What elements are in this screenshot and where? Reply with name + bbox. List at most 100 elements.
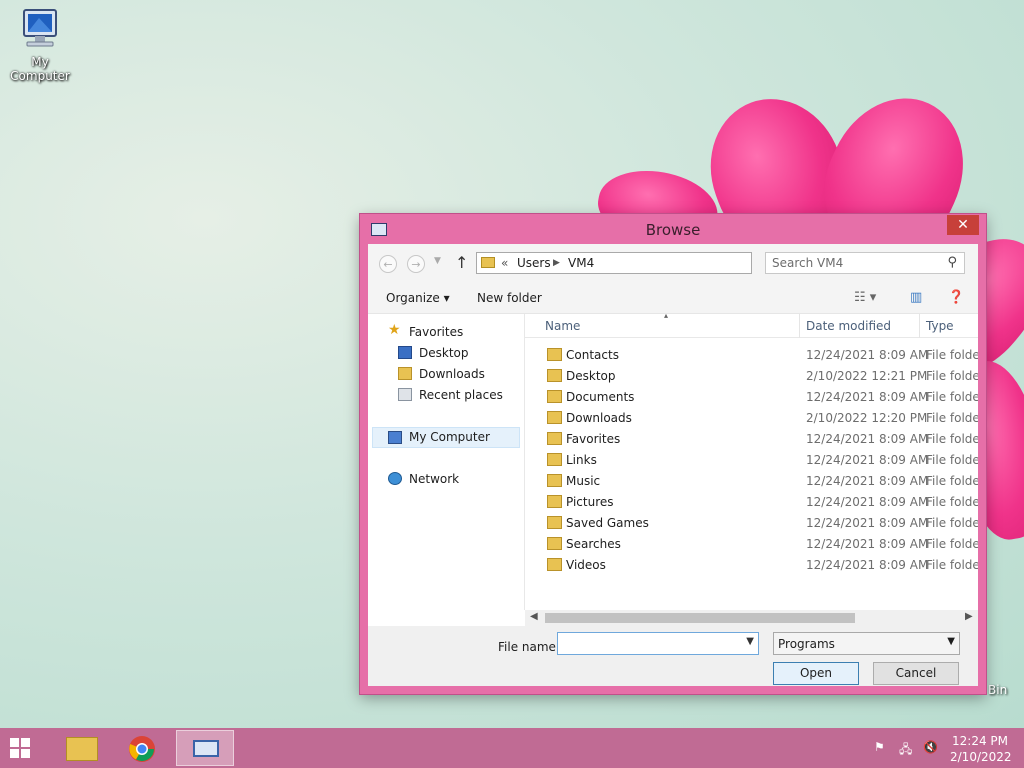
folder-icon bbox=[547, 474, 562, 487]
windows-start-icon[interactable] bbox=[10, 738, 30, 758]
nav-desktop[interactable]: Desktop bbox=[368, 343, 525, 364]
file-explorer-taskbar-button[interactable] bbox=[52, 730, 110, 766]
file-type-value: Programs bbox=[778, 637, 835, 651]
folder-icon bbox=[547, 411, 562, 424]
file-row[interactable]: Saved Games 12/24/2021 8:09 AMFile folder bbox=[525, 513, 978, 534]
nav-downloads[interactable]: Downloads bbox=[368, 364, 525, 385]
file-row[interactable]: Music 12/24/2021 8:09 AMFile folder bbox=[525, 471, 978, 492]
view-options-icon[interactable]: ☷ ▾ bbox=[854, 290, 876, 305]
file-row[interactable]: Links 12/24/2021 8:09 AMFile folder bbox=[525, 450, 978, 471]
star-icon: ★ bbox=[388, 322, 401, 338]
column-name[interactable]: Name bbox=[545, 319, 580, 333]
window-icon bbox=[193, 740, 219, 757]
nav-my-computer[interactable]: My Computer bbox=[372, 427, 520, 448]
file-type: File folder bbox=[926, 432, 978, 446]
chevron-down-icon: ▼ bbox=[947, 636, 955, 647]
file-name: Downloads bbox=[566, 411, 632, 425]
file-date-modified: 12/24/2021 8:09 AM bbox=[806, 537, 929, 551]
file-row[interactable]: Favorites 12/24/2021 8:09 AMFile folder bbox=[525, 429, 978, 450]
file-type: File folder bbox=[926, 495, 978, 509]
file-row[interactable]: Videos 12/24/2021 8:09 AMFile folder bbox=[525, 555, 978, 576]
file-type-select[interactable]: Programs ▼ bbox=[773, 632, 960, 655]
address-bar[interactable]: « Users ▶ VM4 ▼ ↻ bbox=[476, 252, 851, 274]
folder-icon bbox=[547, 453, 562, 466]
command-toolbar: Organize ▾ New folder ☷ ▾ ▥ ❓ bbox=[368, 282, 978, 314]
history-dropdown-icon[interactable]: ▼ bbox=[434, 256, 441, 266]
browse-dialog: Browse ✕ ← → ▼ ↑ « Users ▶ VM4 ▼ ↻ Searc… bbox=[360, 214, 986, 694]
volume-muted-icon[interactable]: 🔇 bbox=[923, 740, 938, 754]
file-name-input[interactable]: ▼ bbox=[557, 632, 759, 655]
file-type: File folder bbox=[926, 537, 978, 551]
column-type[interactable]: Type bbox=[926, 319, 954, 333]
column-divider[interactable] bbox=[919, 314, 920, 338]
folder-icon bbox=[481, 257, 495, 268]
nav-recent-places[interactable]: Recent places bbox=[368, 385, 525, 406]
network-tray-icon[interactable]: 🖧 bbox=[899, 740, 912, 761]
folder-icon bbox=[547, 558, 562, 571]
nav-network[interactable]: Network bbox=[368, 469, 525, 490]
up-arrow-icon[interactable]: ↑ bbox=[455, 253, 468, 272]
breadcrumb-separator-icon[interactable]: ▶ bbox=[553, 258, 560, 268]
file-date-modified: 12/24/2021 8:09 AM bbox=[806, 453, 929, 467]
recent-places-icon bbox=[398, 388, 412, 401]
folder-icon bbox=[547, 369, 562, 382]
file-row[interactable]: Documents 12/24/2021 8:09 AMFile folder bbox=[525, 387, 978, 408]
search-placeholder: Search VM4 bbox=[772, 256, 844, 270]
file-name: Contacts bbox=[566, 348, 619, 362]
navigation-pane: ★ Favorites Desktop Downloads Recent pla… bbox=[368, 314, 525, 610]
file-name: Desktop bbox=[566, 369, 616, 383]
address-overflow-chevron[interactable]: « bbox=[501, 256, 508, 270]
computer-icon bbox=[23, 9, 57, 47]
search-icon[interactable]: ⚲ bbox=[947, 255, 957, 270]
organize-button[interactable]: Organize ▾ bbox=[386, 291, 450, 305]
file-type: File folder bbox=[926, 558, 978, 572]
cancel-button[interactable]: Cancel bbox=[873, 662, 959, 685]
scrollbar-thumb[interactable] bbox=[545, 613, 855, 623]
nav-desktop-label: Desktop bbox=[419, 346, 469, 360]
file-date-modified: 12/24/2021 8:09 AM bbox=[806, 390, 929, 404]
clock-time: 12:24 PM bbox=[952, 734, 1008, 748]
forward-icon[interactable]: → bbox=[407, 255, 425, 273]
scroll-right-icon[interactable]: ▶ bbox=[965, 611, 973, 622]
file-date-modified: 2/10/2022 12:21 PM bbox=[806, 369, 928, 383]
help-icon[interactable]: ❓ bbox=[948, 290, 964, 305]
scroll-left-icon[interactable]: ◀ bbox=[530, 611, 538, 622]
dialog-titlebar[interactable]: Browse ✕ bbox=[360, 214, 986, 244]
preview-pane-icon[interactable]: ▥ bbox=[910, 290, 922, 305]
file-name: Searches bbox=[566, 537, 621, 551]
search-box[interactable]: Search VM4 ⚲ bbox=[765, 252, 965, 274]
file-row[interactable]: Contacts 12/24/2021 8:09 AMFile folder bbox=[525, 345, 978, 366]
file-date-modified: 12/24/2021 8:09 AM bbox=[806, 516, 929, 530]
nav-recent-places-label: Recent places bbox=[419, 388, 503, 402]
nav-downloads-label: Downloads bbox=[419, 367, 485, 381]
new-folder-button[interactable]: New folder bbox=[477, 291, 542, 305]
my-computer-desktop-icon[interactable]: My Computer bbox=[2, 8, 78, 83]
nav-favorites[interactable]: ★ Favorites bbox=[368, 322, 525, 343]
recycle-bin-label[interactable]: Bin bbox=[988, 683, 1007, 697]
file-type: File folder bbox=[926, 348, 978, 362]
file-row[interactable]: Downloads 2/10/2022 12:20 PMFile folder bbox=[525, 408, 978, 429]
chrome-taskbar-button[interactable] bbox=[114, 730, 172, 766]
browse-dialog-taskbar-button[interactable] bbox=[176, 730, 234, 766]
back-icon[interactable]: ← bbox=[379, 255, 397, 273]
file-date-modified: 12/24/2021 8:09 AM bbox=[806, 495, 929, 509]
column-date-modified[interactable]: Date modified bbox=[806, 319, 891, 333]
file-row[interactable]: Pictures 12/24/2021 8:09 AMFile folder bbox=[525, 492, 978, 513]
file-date-modified: 12/24/2021 8:09 AM bbox=[806, 558, 929, 572]
breadcrumb-users[interactable]: Users bbox=[517, 256, 551, 270]
sort-ascending-icon: ▴ bbox=[664, 314, 669, 320]
file-row[interactable]: Searches 12/24/2021 8:09 AMFile folder bbox=[525, 534, 978, 555]
chevron-down-icon[interactable]: ▼ bbox=[746, 636, 754, 647]
system-clock[interactable]: 12:24 PM 2/10/2022 bbox=[950, 733, 1012, 765]
file-type: File folder bbox=[926, 474, 978, 488]
horizontal-scrollbar[interactable]: ◀ ▶ bbox=[525, 610, 978, 626]
file-name: Videos bbox=[566, 558, 606, 572]
chrome-icon bbox=[129, 736, 155, 762]
column-divider[interactable] bbox=[799, 314, 800, 338]
computer-icon bbox=[388, 431, 402, 444]
breadcrumb-vm4[interactable]: VM4 bbox=[568, 256, 594, 270]
close-button[interactable]: ✕ bbox=[947, 215, 979, 235]
file-row[interactable]: Desktop 2/10/2022 12:21 PMFile folder bbox=[525, 366, 978, 387]
action-center-flag-icon[interactable]: ⚑ bbox=[874, 740, 885, 754]
open-button[interactable]: Open bbox=[773, 662, 859, 685]
